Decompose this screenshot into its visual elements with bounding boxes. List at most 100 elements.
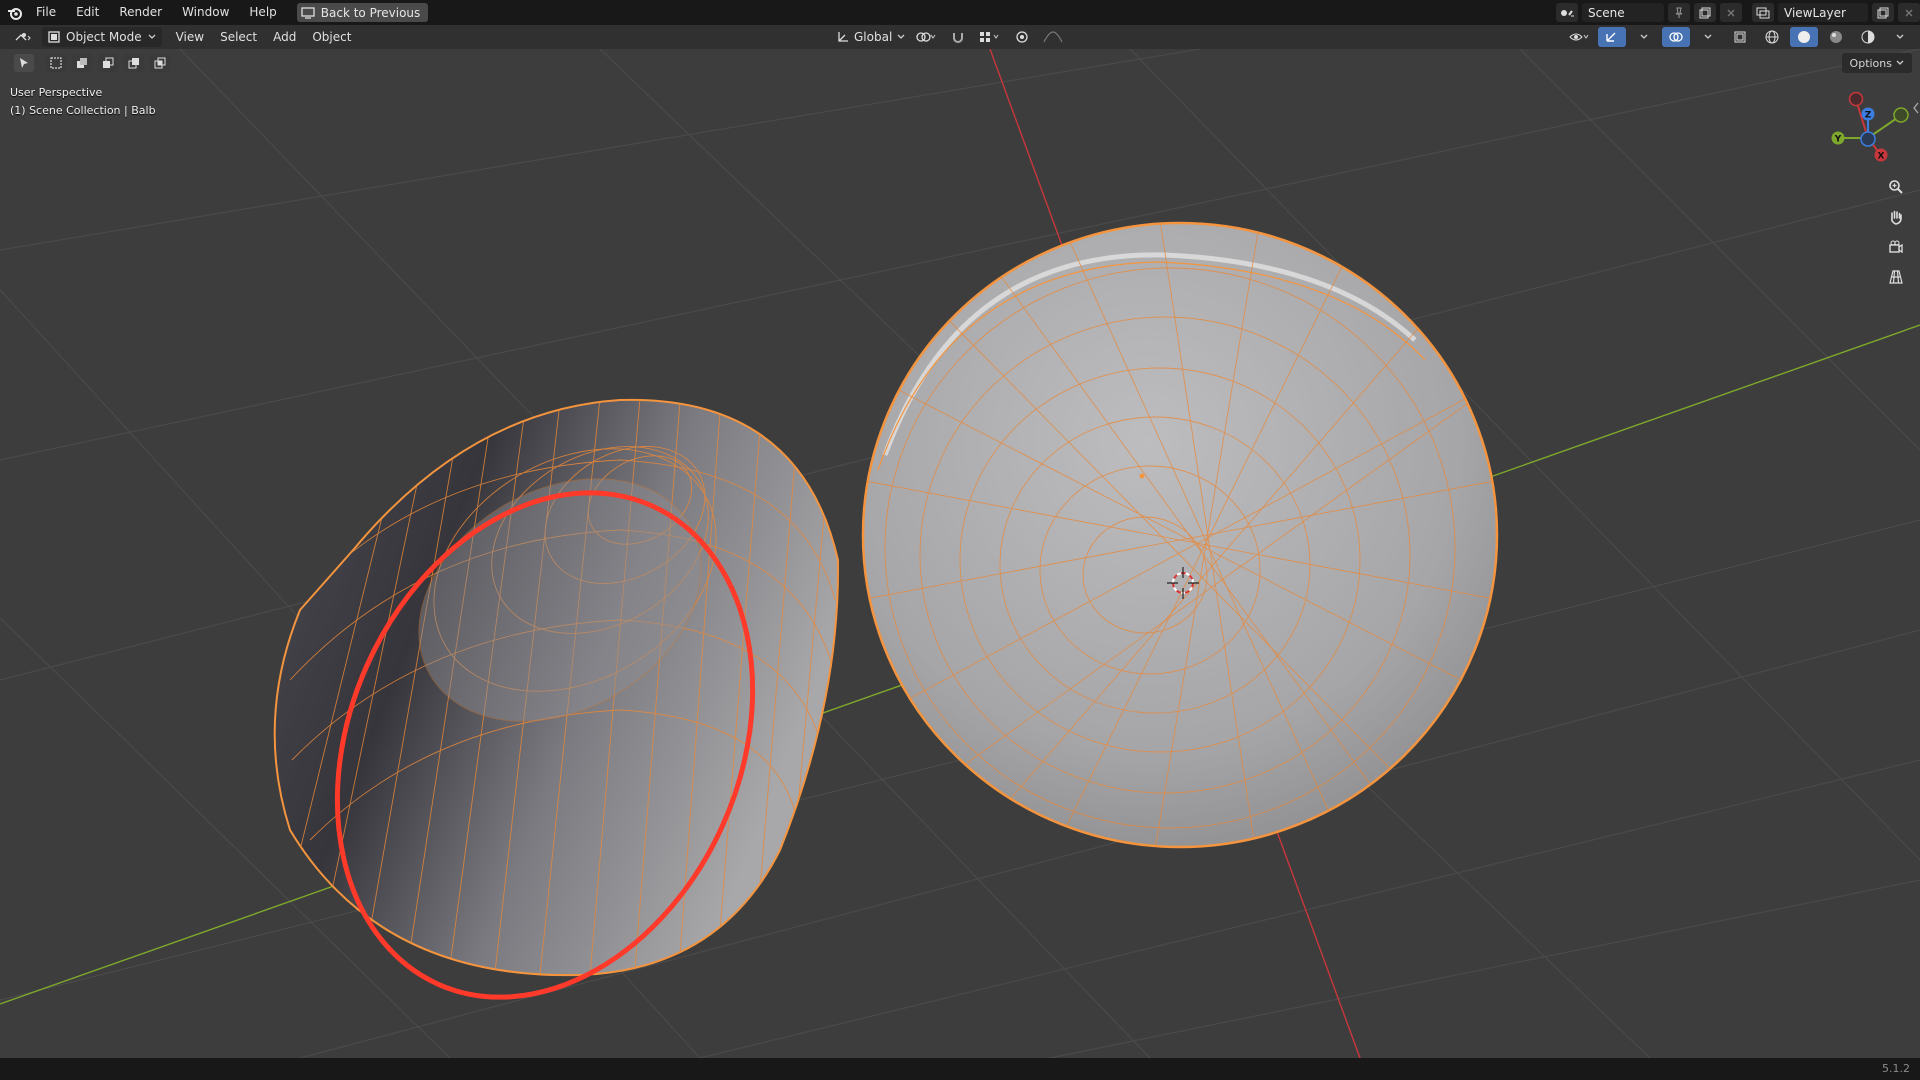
view-perspective-label: User Perspective	[10, 86, 103, 99]
top-right-controls: Scene ViewLayer	[1556, 0, 1920, 25]
rendered-sphere-icon	[1861, 30, 1875, 44]
view-layer-field[interactable]: ViewLayer	[1778, 3, 1868, 22]
mode-label: Object Mode	[66, 30, 142, 44]
camera-view-button[interactable]	[1883, 234, 1909, 260]
chevron-down-icon	[1896, 60, 1904, 65]
scene-name: Scene	[1588, 5, 1625, 20]
menu-view[interactable]: View	[170, 27, 210, 47]
scene-pin-button[interactable]	[1668, 3, 1690, 22]
menu-render[interactable]: Render	[109, 0, 172, 25]
shading-dropdown[interactable]	[1886, 27, 1914, 47]
orientation-label: Global	[854, 30, 893, 44]
wireframe-sphere-icon	[1765, 30, 1779, 44]
pivot-point-dropdown[interactable]	[912, 27, 940, 47]
scene-icon	[1561, 9, 1574, 16]
delete-view-layer-button[interactable]	[1898, 3, 1920, 22]
gizmo-neg-y-handle[interactable]	[1893, 107, 1909, 123]
scene-name-field[interactable]: Scene	[1582, 3, 1664, 22]
cursor-arrow-icon	[20, 58, 28, 68]
overlays-dropdown[interactable]	[1694, 27, 1722, 47]
back-to-previous-button[interactable]: Back to Previous	[296, 3, 429, 22]
new-scene-button[interactable]	[1694, 3, 1716, 22]
falloff-dropdown[interactable]	[1040, 27, 1070, 47]
proportional-icon	[1016, 31, 1028, 43]
pan-button[interactable]	[1883, 204, 1909, 230]
menu-help[interactable]: Help	[239, 0, 286, 25]
select-invert-icon	[128, 58, 139, 69]
overlays-toggle[interactable]	[1662, 27, 1690, 47]
view-layer-browse-button[interactable]	[1752, 3, 1774, 22]
3d-viewport-icon	[15, 33, 31, 41]
gizmo-toggle[interactable]	[1598, 27, 1626, 47]
orientation-dropdown[interactable]: Global	[834, 27, 908, 47]
scene-browse-button[interactable]	[1556, 3, 1578, 22]
tool-mode-row	[14, 54, 170, 72]
select-extend-icon	[77, 58, 87, 68]
navigation-gizmo[interactable]: Z Y X	[1820, 88, 1920, 168]
falloff-curve-icon	[1043, 31, 1063, 43]
axis-orientation-icon	[838, 32, 848, 42]
magnet-icon	[953, 33, 964, 43]
transform-tools: Global	[834, 27, 1070, 47]
select-new-button[interactable]	[46, 54, 66, 72]
solid-shading-button[interactable]	[1790, 27, 1818, 47]
delete-scene-button[interactable]	[1720, 3, 1742, 22]
duplicate-icon	[1699, 7, 1711, 18]
solid-sphere-icon	[1798, 31, 1810, 43]
snap-grid-icon	[980, 32, 999, 42]
select-extend-button[interactable]	[72, 54, 92, 72]
scene-collection-label: (1) Scene Collection | Balb	[10, 104, 156, 117]
menu-file[interactable]: File	[26, 0, 66, 25]
select-subtract-icon	[103, 57, 114, 68]
eye-icon	[1569, 33, 1589, 41]
viewport-display-tools	[1566, 27, 1914, 47]
options-dropdown[interactable]: Options	[1841, 53, 1912, 73]
sidebar-toggle[interactable]	[1912, 100, 1920, 116]
select-invert-button[interactable]	[124, 54, 144, 72]
status-bar: 5.1.2	[0, 1058, 1920, 1080]
select-tool-button[interactable]	[14, 54, 34, 72]
xray-toggle[interactable]	[1726, 27, 1754, 47]
object-mode-dropdown[interactable]: Object Mode	[42, 27, 162, 47]
menu-add[interactable]: Add	[267, 27, 302, 47]
chevron-left-icon	[1913, 102, 1919, 114]
select-intersect-button[interactable]	[150, 54, 170, 72]
overlays-icon	[1669, 32, 1683, 42]
disk-object[interactable]	[860, 220, 1500, 880]
material-preview-button[interactable]	[1822, 27, 1850, 47]
version-label: 5.1.2	[1882, 1062, 1910, 1075]
select-intersect-icon	[154, 57, 166, 69]
select-subtract-button[interactable]	[98, 54, 118, 72]
close-icon	[1727, 9, 1735, 16]
toggle-perspective-button[interactable]	[1883, 264, 1909, 290]
back-to-previous-label: Back to Previous	[320, 5, 421, 20]
menu-object[interactable]: Object	[306, 27, 357, 47]
menu-select[interactable]: Select	[214, 27, 263, 47]
wireframe-shading-button[interactable]	[1758, 27, 1786, 47]
menu-edit[interactable]: Edit	[66, 0, 109, 25]
3d-viewport[interactable]	[0, 49, 1920, 1058]
screen-icon	[301, 6, 315, 19]
gizmo-z-label: Z	[1865, 111, 1872, 121]
duplicate-icon	[1877, 7, 1889, 18]
gizmo-neg-x-handle[interactable]	[1848, 91, 1864, 107]
blender-logo-icon[interactable]	[4, 2, 26, 24]
new-view-layer-button[interactable]	[1872, 3, 1894, 22]
snap-toggle[interactable]	[944, 27, 972, 47]
editor-type-button[interactable]	[8, 27, 38, 47]
zoom-button[interactable]	[1883, 174, 1909, 200]
gizmo-dropdown[interactable]	[1630, 27, 1658, 47]
gizmo-x-label: X	[1878, 152, 1885, 162]
options-label: Options	[1849, 56, 1892, 70]
cup-object[interactable]	[260, 398, 840, 1058]
chevron-down-icon	[1896, 34, 1904, 39]
grid-perspective-icon	[1889, 270, 1903, 284]
top-bar: File Edit Render Window Help Back to Pre…	[0, 0, 1920, 25]
menu-window[interactable]: Window	[172, 0, 239, 25]
gizmo-neg-z-handle[interactable]	[1860, 131, 1876, 147]
rendered-shading-button[interactable]	[1854, 27, 1882, 47]
visibility-dropdown[interactable]	[1566, 27, 1594, 47]
snap-target-dropdown[interactable]	[976, 27, 1004, 47]
proportional-editing-toggle[interactable]	[1008, 27, 1036, 47]
camera-icon	[1889, 240, 1903, 254]
